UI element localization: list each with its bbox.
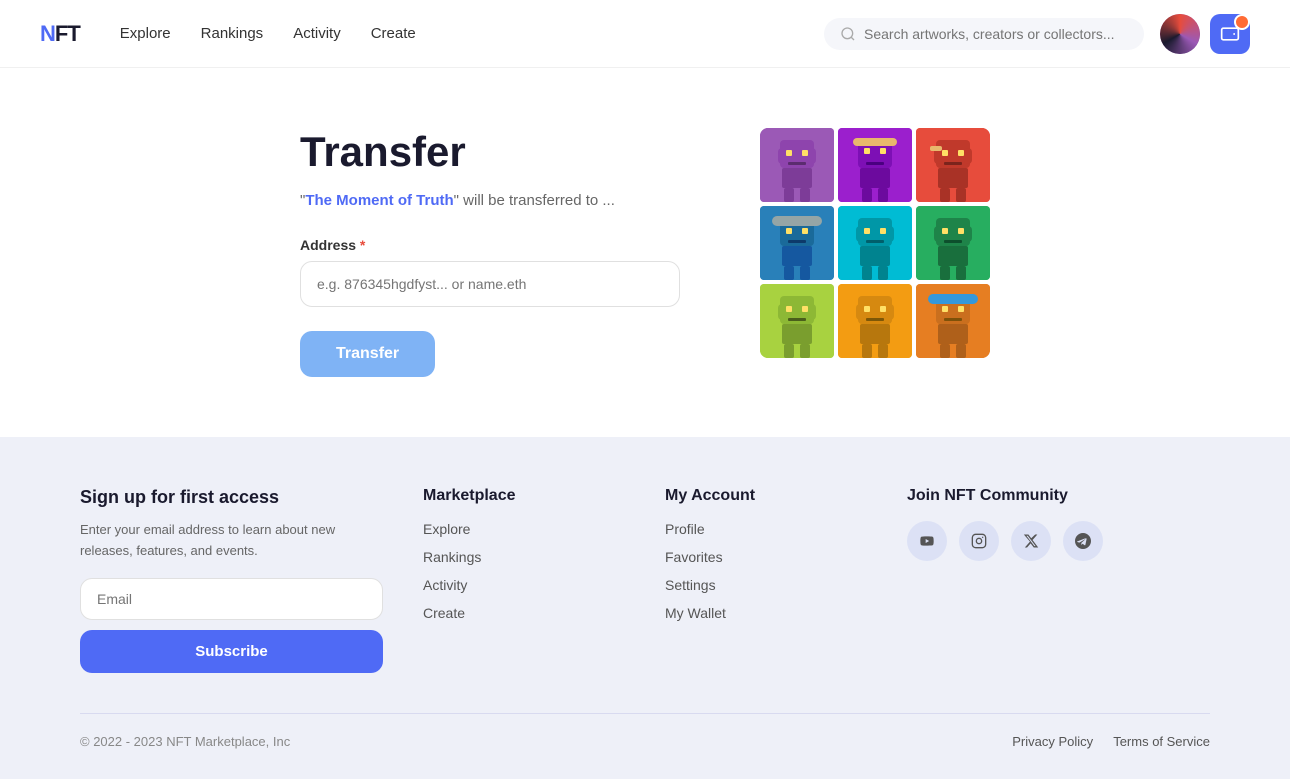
account-wallet[interactable]: My Wallet (665, 605, 726, 621)
my-account-title: My Account (665, 487, 867, 505)
footer-signup-section: Sign up for first access Enter your emai… (80, 487, 383, 673)
nft-art-5 (838, 206, 912, 280)
marketplace-activity[interactable]: Activity (423, 577, 467, 593)
nft-art-7 (760, 284, 834, 358)
nft-cell-7 (760, 284, 834, 358)
social-icons-group (907, 521, 1210, 561)
footer-marketplace: Marketplace Explore Rankings Activity Cr… (423, 487, 625, 673)
community-title: Join NFT Community (907, 487, 1210, 505)
nft-art-9 (916, 284, 990, 358)
nft-cell-5 (838, 206, 912, 280)
signup-description: Enter your email address to learn about … (80, 520, 383, 562)
address-label: Address * (300, 237, 680, 253)
email-form: Subscribe (80, 578, 383, 673)
footer-community: Join NFT Community (907, 487, 1210, 673)
subscribe-button[interactable]: Subscribe (80, 630, 383, 673)
telegram-icon[interactable] (1063, 521, 1103, 561)
footer-bottom: © 2022 - 2023 NFT Marketplace, Inc Priva… (80, 713, 1210, 749)
twitter-icon[interactable] (1011, 521, 1051, 561)
footer-legal-links: Privacy Policy Terms of Service (1012, 734, 1210, 749)
marketplace-create[interactable]: Create (423, 605, 465, 621)
account-profile[interactable]: Profile (665, 521, 705, 537)
nft-art-6 (916, 206, 990, 280)
main-nav: Explore Rankings Activity Create (120, 25, 824, 42)
marketplace-title: Marketplace (423, 487, 625, 505)
copyright-text: © 2022 - 2023 NFT Marketplace, Inc (80, 734, 290, 749)
footer: Sign up for first access Enter your emai… (0, 437, 1290, 779)
nft-art-2 (838, 128, 912, 202)
transfer-subtitle: "The Moment of Truth" will be transferre… (300, 192, 680, 209)
nft-art-1 (760, 128, 834, 202)
nft-cell-9 (916, 284, 990, 358)
address-input[interactable] (300, 261, 680, 307)
nft-name-highlight: The Moment of Truth (305, 192, 453, 209)
instagram-icon[interactable] (959, 521, 999, 561)
youtube-icon[interactable] (907, 521, 947, 561)
nft-cell-4 (760, 206, 834, 280)
nft-art-3 (916, 128, 990, 202)
signup-title: Sign up for first access (80, 487, 383, 508)
account-favorites[interactable]: Favorites (665, 549, 723, 565)
logo[interactable]: NFT (40, 21, 80, 47)
nft-art-8 (838, 284, 912, 358)
search-input[interactable] (864, 26, 1128, 42)
transfer-title: Transfer (300, 128, 680, 176)
nft-art-4 (760, 206, 834, 280)
main-content: Transfer "The Moment of Truth" will be t… (0, 68, 1290, 437)
search-bar[interactable] (824, 18, 1144, 50)
avatar[interactable] (1160, 14, 1200, 54)
terms-of-service-link[interactable]: Terms of Service (1113, 734, 1210, 749)
nft-cell-3 (916, 128, 990, 202)
nft-cell-1 (760, 128, 834, 202)
account-settings[interactable]: Settings (665, 577, 716, 593)
wallet-button[interactable] (1210, 14, 1250, 54)
email-input[interactable] (80, 578, 383, 620)
transfer-button[interactable]: Transfer (300, 331, 435, 377)
marketplace-links: Explore Rankings Activity Create (423, 521, 625, 623)
search-icon (840, 26, 856, 42)
header: NFT Explore Rankings Activity Create (0, 0, 1290, 68)
wallet-icon (1220, 24, 1240, 44)
footer-top: Sign up for first access Enter your emai… (80, 487, 1210, 673)
header-actions (1160, 14, 1250, 54)
nav-rankings[interactable]: Rankings (201, 25, 264, 42)
account-links: Profile Favorites Settings My Wallet (665, 521, 867, 623)
nav-explore[interactable]: Explore (120, 25, 171, 42)
marketplace-explore[interactable]: Explore (423, 521, 470, 537)
transfer-form: Transfer "The Moment of Truth" will be t… (300, 128, 680, 377)
nft-preview-grid (760, 128, 990, 358)
footer-my-account: My Account Profile Favorites Settings My… (665, 487, 867, 673)
nav-create[interactable]: Create (371, 25, 416, 42)
nft-cell-2 (838, 128, 912, 202)
nft-cell-6 (916, 206, 990, 280)
nft-cell-8 (838, 284, 912, 358)
privacy-policy-link[interactable]: Privacy Policy (1012, 734, 1093, 749)
nav-activity[interactable]: Activity (293, 25, 341, 42)
marketplace-rankings[interactable]: Rankings (423, 549, 481, 565)
